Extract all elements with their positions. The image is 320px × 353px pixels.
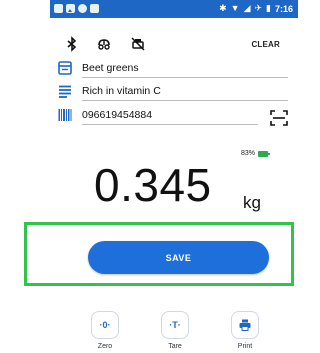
bluetooth-status-icon: ✱ [219, 3, 227, 13]
download-notification-icon [90, 4, 99, 13]
toolbar: CLEAR [50, 32, 298, 58]
zero-button[interactable]: ·0· [91, 311, 119, 339]
signal-icon: ◢ [243, 3, 251, 13]
scale-battery: 83% [240, 150, 270, 157]
system-status: ✱ ▼ ◢ ✈ ▮ 7:16 [219, 3, 293, 14]
sync-notification-icon [78, 4, 87, 13]
description-underline [82, 100, 288, 101]
barcode-field[interactable]: 096619454884 [58, 108, 258, 126]
scale-disconnect-icon[interactable] [130, 36, 146, 52]
tare-button[interactable]: ·T· [161, 311, 189, 339]
clear-button[interactable]: CLEAR [251, 40, 280, 49]
name-underline [82, 77, 288, 78]
barcode-underline [82, 124, 258, 125]
scan-barcode-icon[interactable] [270, 110, 288, 126]
save-button[interactable]: SAVE [88, 241, 269, 274]
tare-label: Tare [168, 343, 182, 350]
tare-action[interactable]: ·T· Tare [161, 311, 189, 350]
name-value: Beet greens [82, 62, 139, 74]
zero-action[interactable]: ·0· Zero [91, 311, 119, 350]
wifi-icon: ▼ [230, 3, 240, 13]
battery-icon [258, 150, 270, 157]
battery-status-icon: ▮ [266, 3, 271, 13]
clock: 7:16 [274, 3, 293, 14]
notes-icon [59, 85, 71, 98]
weight-reading: 0.345 [94, 159, 212, 211]
notification-icons [54, 4, 99, 13]
description-field[interactable]: Rich in vitamin C [58, 84, 288, 102]
status-bar: ✱ ▼ ◢ ✈ ▮ 7:16 [50, 0, 298, 18]
airplane-icon: ✈ [254, 3, 263, 13]
weight-unit: kg [243, 193, 261, 212]
print-label: Print [237, 343, 253, 350]
barcode-icon [58, 109, 72, 121]
app-screen: ✱ ▼ ◢ ✈ ▮ 7:16 CLEAR Beet greens Rich in… [50, 0, 298, 353]
bluetooth-icon[interactable] [64, 36, 80, 52]
image-notification-icon [66, 4, 75, 13]
print-action[interactable]: Print [231, 311, 259, 350]
name-field[interactable]: Beet greens [58, 61, 288, 79]
battery-percent: 83% [240, 150, 255, 157]
app-notification-icon [54, 4, 63, 13]
zero-label: Zero [97, 343, 113, 350]
label-icon [58, 61, 72, 75]
printer-icon [239, 319, 251, 331]
print-button[interactable] [231, 311, 259, 339]
barcode-value: 096619454884 [82, 109, 153, 121]
scale-connect-icon[interactable] [96, 36, 112, 52]
description-value: Rich in vitamin C [82, 85, 161, 97]
